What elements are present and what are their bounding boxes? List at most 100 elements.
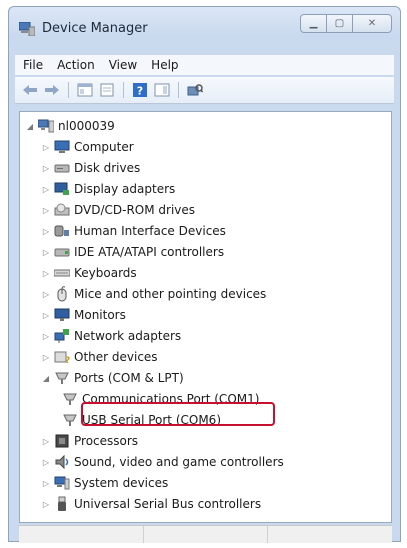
maximize-icon: ▢ — [334, 18, 345, 29]
port-icon — [54, 370, 70, 386]
mouse-icon — [54, 286, 70, 302]
computer-icon — [38, 118, 54, 134]
tree-item-display-adapters[interactable]: ▷ Display adapters — [40, 179, 175, 199]
display-adapter-icon — [54, 181, 70, 197]
tree-item-label: DVD/CD-ROM drives — [74, 203, 196, 217]
tree-item-label: Sound, video and game controllers — [74, 455, 284, 469]
device-manager-app-icon — [18, 21, 36, 37]
tree-item-other-devices[interactable]: ▷ ? Other devices — [40, 347, 158, 367]
collapse-icon[interactable]: ◢ — [24, 122, 36, 131]
tree-item-label: Keyboards — [74, 266, 137, 280]
network-adapter-icon — [54, 328, 70, 344]
title-bar[interactable]: Device Manager ▁ ▢ ✕ — [9, 7, 400, 51]
tree-item-label: Monitors — [74, 308, 126, 322]
other-devices-icon: ? — [54, 349, 70, 365]
keyboard-icon — [54, 265, 70, 281]
tree-item-system-devices[interactable]: ▷ System devices — [40, 473, 168, 493]
system-devices-icon — [54, 475, 70, 491]
svg-text:?: ? — [65, 356, 70, 364]
toolbar-separator — [68, 82, 69, 98]
expand-icon[interactable]: ▷ — [40, 248, 52, 257]
collapse-icon[interactable]: ◢ — [40, 374, 52, 383]
expand-icon[interactable]: ▷ — [40, 500, 52, 509]
tree-item-label: Display adapters — [74, 182, 176, 196]
dvd-drive-icon — [54, 202, 70, 218]
properties-button[interactable] — [98, 81, 116, 99]
tree-item-label: System devices — [74, 476, 169, 490]
tree-item-processors[interactable]: ▷ Processors — [40, 431, 138, 451]
sound-icon — [54, 454, 70, 470]
status-cell — [19, 526, 144, 543]
tree-item-label: Computer — [74, 140, 134, 154]
forward-button[interactable] — [43, 81, 61, 99]
port-icon — [62, 412, 78, 428]
expand-icon[interactable]: ▷ — [40, 164, 52, 173]
tree-item-label: Other devices — [74, 350, 158, 364]
port-icon — [62, 391, 78, 407]
processor-icon — [54, 433, 70, 449]
device-tree: ◢ nl000039 ▷ Computer ▷ Disk drives ▷ Di… — [19, 111, 392, 523]
status-cell — [268, 526, 392, 543]
tree-item-com1[interactable]: Communications Port (COM1) — [60, 389, 259, 409]
expand-icon[interactable]: ▷ — [40, 143, 52, 152]
expand-icon[interactable]: ▷ — [40, 353, 52, 362]
tree-item-computer[interactable]: ▷ Computer — [40, 137, 134, 157]
tree-item-mice[interactable]: ▷ Mice and other pointing devices — [40, 284, 266, 304]
toolbar-separator — [178, 82, 179, 98]
tree-item-label: Ports (COM & LPT) — [74, 371, 184, 385]
tree-item-label: Communications Port (COM1) — [82, 392, 260, 406]
maximize-button[interactable]: ▢ — [326, 14, 353, 33]
tree-item-usb-controllers[interactable]: ▷ Universal Serial Bus controllers — [40, 494, 261, 514]
menu-view[interactable]: View — [109, 58, 137, 72]
tree-item-usb-serial-com6[interactable]: USB Serial Port (COM6) — [60, 410, 221, 430]
expand-icon[interactable]: ▷ — [40, 437, 52, 446]
scan-hardware-button[interactable] — [186, 81, 204, 99]
hid-icon — [54, 223, 70, 239]
tree-item-label: Processors — [74, 434, 139, 448]
tree-item-disk-drives[interactable]: ▷ Disk drives — [40, 158, 140, 178]
back-button[interactable] — [21, 81, 39, 99]
menu-file[interactable]: File — [23, 58, 43, 72]
expand-icon[interactable]: ▷ — [40, 458, 52, 467]
status-cell — [144, 526, 269, 543]
close-button[interactable]: ✕ — [352, 14, 392, 33]
expand-icon[interactable]: ▷ — [40, 269, 52, 278]
tree-item-label: USB Serial Port (COM6) — [82, 413, 221, 427]
tree-item-label: IDE ATA/ATAPI controllers — [74, 245, 225, 259]
show-hide-console-tree-button[interactable] — [76, 81, 94, 99]
tree-item-ide-controllers[interactable]: ▷ IDE ATA/ATAPI controllers — [40, 242, 224, 262]
close-icon: ✕ — [367, 18, 377, 29]
tree-root-label: nl000039 — [58, 119, 115, 133]
tree-item-monitors[interactable]: ▷ Monitors — [40, 305, 126, 325]
expand-icon[interactable]: ▷ — [40, 206, 52, 215]
menu-action[interactable]: Action — [57, 58, 95, 72]
minimize-button[interactable]: ▁ — [300, 14, 327, 33]
menu-help[interactable]: Help — [151, 58, 178, 72]
window-title: Device Manager — [42, 21, 148, 36]
status-bar — [19, 525, 392, 543]
tree-item-ports[interactable]: ◢ Ports (COM & LPT) — [40, 368, 184, 388]
expand-icon[interactable]: ▷ — [40, 479, 52, 488]
expand-icon[interactable]: ▷ — [40, 290, 52, 299]
tree-item-label: Human Interface Devices — [74, 224, 226, 238]
ide-controller-icon — [54, 244, 70, 260]
expand-icon[interactable]: ▷ — [40, 185, 52, 194]
help-button[interactable]: ? — [131, 81, 149, 99]
tree-item-keyboards[interactable]: ▷ Keyboards — [40, 263, 137, 283]
toolbar: ? — [15, 77, 394, 104]
tree-item-dvd-drives[interactable]: ▷ DVD/CD-ROM drives — [40, 200, 195, 220]
tree-item-sound[interactable]: ▷ Sound, video and game controllers — [40, 452, 284, 472]
minimize-icon: ▁ — [309, 18, 318, 29]
action-pane-button[interactable] — [153, 81, 171, 99]
expand-icon[interactable]: ▷ — [40, 332, 52, 341]
disk-drive-icon — [54, 160, 70, 176]
expand-icon[interactable]: ▷ — [40, 227, 52, 236]
usb-icon — [54, 496, 70, 512]
tree-item-network-adapters[interactable]: ▷ Network adapters — [40, 326, 181, 346]
expand-icon[interactable]: ▷ — [40, 311, 52, 320]
tree-item-label: Universal Serial Bus controllers — [74, 497, 262, 511]
tree-root[interactable]: ◢ nl000039 — [24, 116, 115, 136]
device-manager-window: Device Manager ▁ ▢ ✕ File Action View He… — [8, 6, 401, 543]
tree-item-hid[interactable]: ▷ Human Interface Devices — [40, 221, 226, 241]
monitor-icon — [54, 307, 70, 323]
